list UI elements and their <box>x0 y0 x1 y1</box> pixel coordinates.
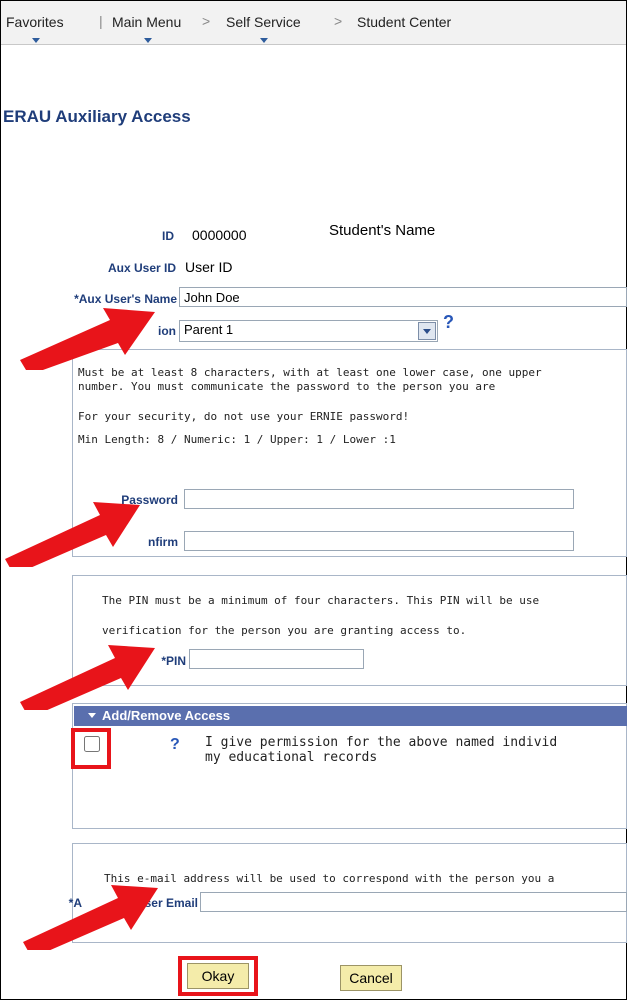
chevron-down-icon <box>260 38 269 43</box>
email-note: This e-mail address will be used to corr… <box>104 872 555 885</box>
help-icon[interactable]: ? <box>170 736 180 754</box>
nav-main-menu-label: Main Menu <box>112 14 182 30</box>
aux-user-email-input[interactable] <box>200 892 627 912</box>
relation-select[interactable]: Parent 1 <box>179 320 438 342</box>
annotation-arrow-icon <box>23 885 158 950</box>
pin-rule-line2: verification for the person you are gran… <box>102 624 467 637</box>
access-section-title: Add/Remove Access <box>102 708 231 723</box>
page-title: ERAU Auxiliary Access <box>3 107 191 126</box>
password-input[interactable] <box>184 489 574 509</box>
annotation-arrow-icon <box>20 645 155 710</box>
password-requirements: Min Length: 8 / Numeric: 1 / Upper: 1 / … <box>78 433 396 446</box>
chevron-down-icon <box>31 38 40 43</box>
pin-input[interactable] <box>189 649 364 669</box>
id-label: ID <box>162 229 174 243</box>
nav-main-menu[interactable]: Main Menu <box>112 14 182 43</box>
nav-favorites-label: Favorites <box>6 14 64 30</box>
permission-text-line1: I give permission for the above named in… <box>205 735 558 750</box>
cancel-button[interactable]: Cancel <box>340 965 402 991</box>
okay-button[interactable]: Okay <box>187 963 249 989</box>
access-section-header[interactable]: Add/Remove Access <box>74 706 627 726</box>
nav-self-service[interactable]: Self Service <box>226 14 301 43</box>
nav-self-service-label: Self Service <box>226 14 301 30</box>
top-nav-bar: Favorites | Main Menu > Self Service > S… <box>1 1 626 45</box>
nav-favorites[interactable]: Favorites <box>6 14 64 43</box>
collapse-triangle-icon <box>88 713 96 718</box>
breadcrumb-separator: > <box>202 13 211 29</box>
id-value: 0000000 <box>192 227 247 243</box>
checkbox-highlight-box <box>71 728 111 769</box>
permission-text-line2: my educational records <box>205 750 378 765</box>
password-rule-line2: number. You must communicate the passwor… <box>78 380 496 393</box>
chevron-down-icon <box>143 38 152 43</box>
nav-student-center[interactable]: Student Center <box>357 14 451 30</box>
aux-user-name-input[interactable] <box>179 287 627 307</box>
confirm-password-input[interactable] <box>184 531 574 551</box>
annotation-arrow-icon <box>5 502 140 567</box>
security-note: For your security, do not use your ERNIE… <box>78 410 410 423</box>
nav-divider: | <box>99 13 103 29</box>
relation-selected-value: Parent 1 <box>184 322 234 337</box>
annotation-arrow-icon <box>20 308 155 370</box>
aux-user-id-value: User ID <box>185 259 233 275</box>
help-icon[interactable]: ? <box>443 312 454 333</box>
aux-user-id-label: Aux User ID <box>107 261 176 275</box>
student-name: Student's Name <box>329 222 436 239</box>
breadcrumb-separator: > <box>334 13 343 29</box>
pin-rule-line1: The PIN must be a minimum of four charac… <box>102 594 540 607</box>
chevron-down-icon[interactable] <box>418 322 436 340</box>
